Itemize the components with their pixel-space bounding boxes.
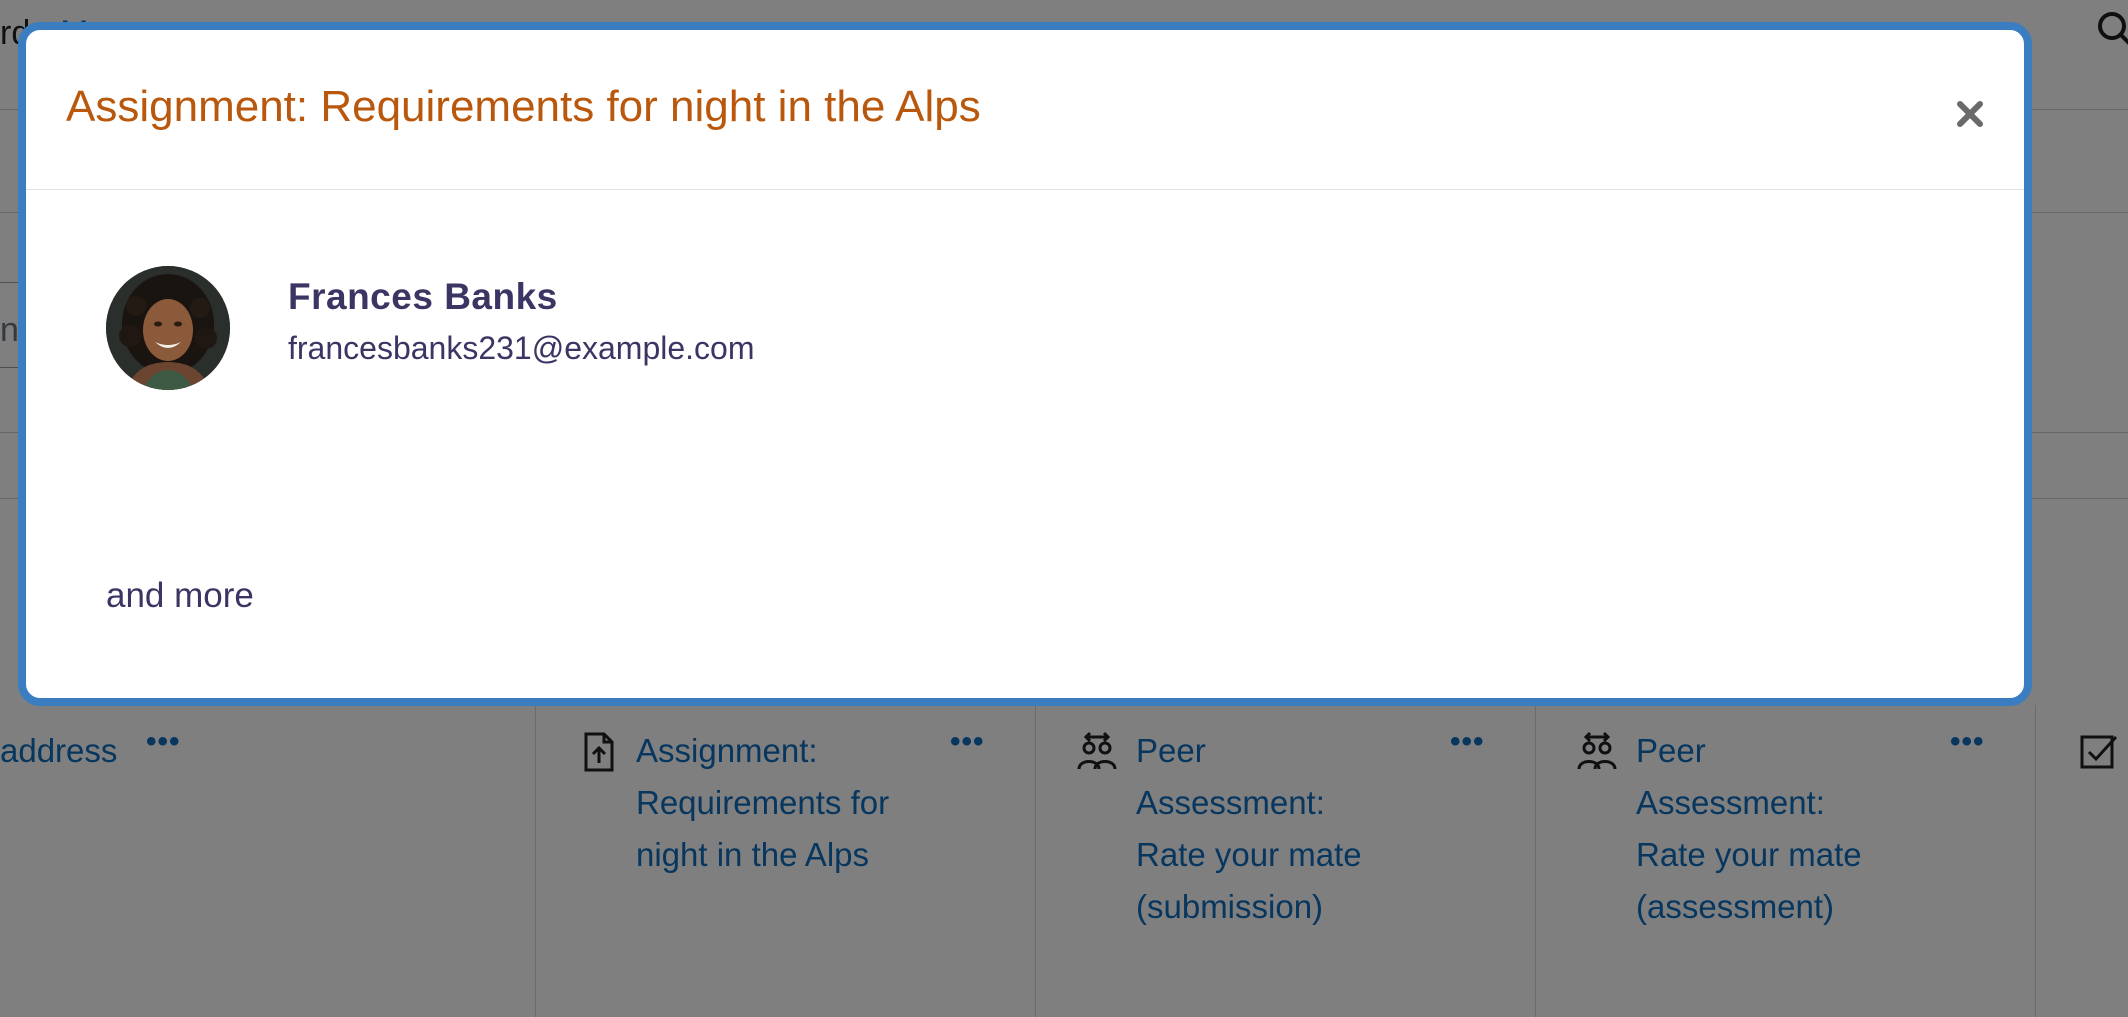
page: rdMy courses n address ••• Assignment: R… — [0, 0, 2128, 1017]
close-icon[interactable] — [1946, 90, 1994, 138]
and-more-text: and more — [106, 576, 254, 615]
modal-title: Assignment: Requirements for night in th… — [66, 82, 981, 131]
user-name[interactable]: Frances Banks — [288, 276, 558, 318]
modal-body: Frances Banks francesbanks231@example.co… — [26, 190, 2024, 698]
user-list-modal: Assignment: Requirements for night in th… — [18, 22, 2032, 706]
avatar-image — [106, 266, 230, 390]
user-email: francesbanks231@example.com — [288, 330, 755, 366]
avatar — [106, 266, 230, 390]
modal-header: Assignment: Requirements for night in th… — [26, 30, 2024, 190]
